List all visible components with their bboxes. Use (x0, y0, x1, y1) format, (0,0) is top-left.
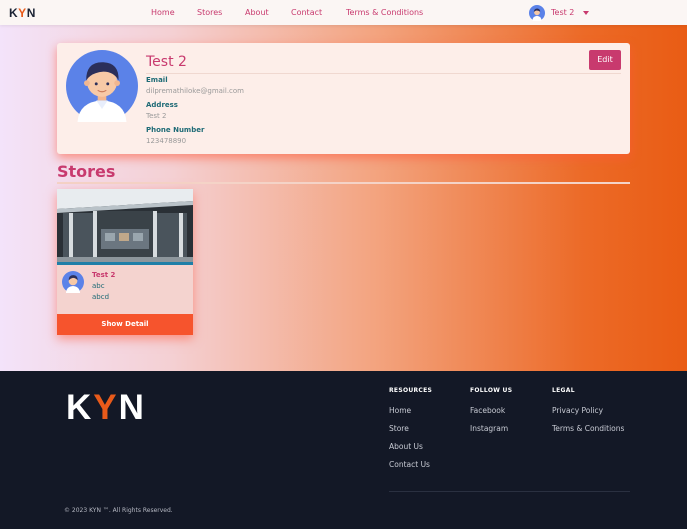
store-name: Test 2 (92, 271, 116, 279)
footer-link-contact-us[interactable]: Contact Us (389, 460, 430, 469)
nav-link-stores[interactable]: Stores (197, 8, 222, 17)
chevron-down-icon (583, 10, 590, 15)
profile-card: Test 2 Email dilpremathiloke@gmail.com A… (57, 43, 630, 154)
footer-link-facebook[interactable]: Facebook (470, 406, 505, 415)
top-navbar: KYN Home Stores About Contact Terms & Co… (0, 0, 687, 25)
edit-profile-button[interactable]: Edit (589, 50, 621, 70)
store-photo (57, 189, 193, 265)
nav-link-about[interactable]: About (245, 8, 269, 17)
user-avatar-icon (529, 4, 545, 21)
footer-link-home[interactable]: Home (389, 406, 411, 415)
footer-heading-follow: FOLLOW US (470, 387, 513, 394)
footer-heading-legal: LEGAL (552, 387, 575, 394)
email-label: Email (146, 76, 168, 84)
footer-divider (389, 491, 630, 492)
footer-link-about-us[interactable]: About Us (389, 442, 423, 451)
profile-name: Test 2 (146, 54, 187, 70)
footer-link-instagram[interactable]: Instagram (470, 424, 508, 433)
email-value: dilpremathiloke@gmail.com (146, 87, 244, 95)
phone-label: Phone Number (146, 126, 205, 134)
nav-link-contact[interactable]: Contact (291, 8, 322, 17)
phone-value: 123478890 (146, 137, 187, 145)
copyright-text: © 2023 KYN ™. All Rights Reserved. (64, 507, 173, 514)
nav-logo[interactable]: KYN (9, 6, 36, 20)
show-detail-button[interactable]: Show Detail (57, 314, 193, 335)
footer-logo: KYN (66, 388, 146, 427)
footer-link-terms[interactable]: Terms & Conditions (552, 424, 624, 433)
footer-heading-resources: RESOURCES (389, 387, 433, 394)
store-owner-avatar (62, 271, 84, 293)
stores-divider (57, 182, 630, 184)
address-value: Test 2 (146, 112, 167, 120)
store-card: Test 2 abc abcd Show Detail (57, 189, 193, 335)
address-label: Address (146, 101, 178, 109)
user-menu-name: Test 2 (551, 8, 575, 17)
nav-link-terms[interactable]: Terms & Conditions (346, 8, 423, 17)
store-address: abcd (92, 293, 110, 301)
profile-divider (146, 73, 621, 74)
profile-avatar (66, 50, 138, 122)
footer-link-privacy[interactable]: Privacy Policy (552, 406, 603, 415)
user-menu[interactable]: Test 2 (529, 4, 590, 21)
nav-link-home[interactable]: Home (151, 8, 175, 17)
footer-link-store[interactable]: Store (389, 424, 409, 433)
store-description: abc (92, 282, 105, 290)
stores-heading: Stores (57, 162, 116, 181)
